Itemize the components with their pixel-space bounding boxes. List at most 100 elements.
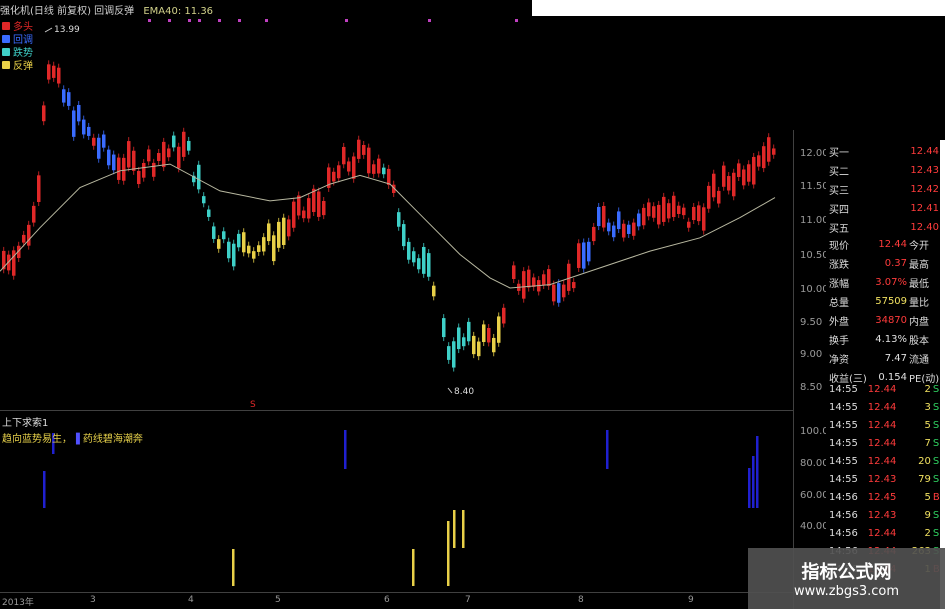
indicator-bar xyxy=(43,471,46,508)
indicator-bar xyxy=(462,510,465,548)
candlesticks xyxy=(2,60,776,372)
signal-dot xyxy=(198,19,201,22)
indicator-title[interactable]: 上下求索1 xyxy=(2,414,48,429)
quote-value: 7.47 xyxy=(884,353,908,364)
tick-price: 12.44 xyxy=(867,383,897,395)
quote-panel: 买一 12.44 买二 12.43 买三 12.42 买四 12.41 买五 12.40… xyxy=(826,140,945,609)
indicator-bar xyxy=(232,549,235,586)
quote-row: 外盘 34870 内盘 xyxy=(828,311,943,330)
tick-price: 12.44 xyxy=(867,527,897,539)
quote-label: 涨跌 xyxy=(829,260,849,271)
tick-time: 14:55 xyxy=(829,455,858,467)
order-book-row[interactable]: 买一 12.44 xyxy=(828,142,940,161)
order-label: 买三 xyxy=(829,186,849,197)
tick-row: 14:56 12.43 9 S xyxy=(828,506,943,524)
indicator-bar xyxy=(752,456,755,508)
tick-vol: 2 xyxy=(924,527,931,539)
tick-row: 14:56 12.45 5 B xyxy=(828,488,943,506)
tick-vol: 7 xyxy=(924,437,931,449)
quote-value: 3.07% xyxy=(875,277,908,288)
order-price: 12.43 xyxy=(910,165,939,176)
quote-value: 0.37 xyxy=(884,258,908,269)
signal-dot xyxy=(168,19,171,22)
indicator-bar xyxy=(344,430,347,469)
indicator-marker: ▐ xyxy=(72,434,80,445)
time-label: 7 xyxy=(465,595,471,605)
signal-dot xyxy=(238,19,241,22)
time-label: 8 xyxy=(578,595,584,605)
signal-dot xyxy=(515,19,518,22)
quote-label-2: 流通 xyxy=(909,355,930,366)
quote-label: 现价 xyxy=(829,241,849,252)
indicator-bar xyxy=(447,521,450,586)
quote-label-2: 今开 xyxy=(909,241,930,252)
quote-label-2: 最高 xyxy=(909,260,930,271)
tick-vol: 9 xyxy=(924,509,931,521)
signal-dots xyxy=(148,19,518,22)
tick-vol: 79 xyxy=(918,473,931,485)
tick-row: 14:56 12.44 2 S xyxy=(828,524,943,542)
order-book-row[interactable]: 买二 12.43 xyxy=(828,161,940,180)
indicator-axis-label: 80.00 xyxy=(800,458,829,469)
indicator-bar xyxy=(756,436,759,508)
order-price: 12.44 xyxy=(910,146,939,157)
price-axis-label: 10.50 xyxy=(800,250,829,261)
tick-price: 12.43 xyxy=(867,509,897,521)
order-label: 买二 xyxy=(829,167,849,178)
time-axis: 2013年 3 4 5 6 7 8 9 xyxy=(0,592,793,609)
chart-title: 强化机(日线 前复权) 回调反弹 EMA40: 11.36 xyxy=(0,2,213,17)
tick-time: 14:55 xyxy=(829,473,858,485)
blank-area xyxy=(532,0,945,16)
tick-price: 12.44 xyxy=(867,419,897,431)
tick-row: 14:55 12.44 2 S xyxy=(828,380,943,398)
order-book-row[interactable]: 买四 12.41 xyxy=(828,199,940,218)
tick-vol: 2 xyxy=(924,383,931,395)
order-label: 买一 xyxy=(829,148,849,159)
quote-label-2: 内盘 xyxy=(909,317,930,328)
panel-divider xyxy=(0,410,793,411)
high-pointer xyxy=(44,27,53,33)
tick-price: 12.44 xyxy=(867,437,897,449)
price-axis-label: 10.00 xyxy=(800,284,829,295)
price-axis-label: 9.50 xyxy=(800,317,823,328)
tick-time: 14:55 xyxy=(829,437,858,449)
time-label: 6 xyxy=(384,595,390,605)
watermark-url: www.zbgs3.com xyxy=(793,584,900,599)
signal-dot xyxy=(265,19,268,22)
signal-dot xyxy=(148,19,151,22)
order-book-row[interactable]: 买三 12.42 xyxy=(828,180,940,199)
quote-label-2: 股本 xyxy=(909,336,930,347)
indicator-axis-label: 60.00 xyxy=(800,490,829,501)
quote-row: 涨跌 0.37 最高 xyxy=(828,254,943,273)
axis-divider xyxy=(793,130,794,609)
indicator-desc: 趋向蓝势易生，▐ 药线碧海潮奔 xyxy=(2,430,143,445)
tick-row: 14:55 12.44 3 S xyxy=(828,398,943,416)
indicator-bar xyxy=(412,549,415,586)
tick-row: 14:55 12.44 20 S xyxy=(828,452,943,470)
price-axis-label: 12.00 xyxy=(800,148,829,159)
sell-marker: S xyxy=(250,400,256,410)
watermark: 指标公式网 www.zbgs3.com xyxy=(748,548,945,609)
indicator-bar xyxy=(453,510,456,548)
tick-row: 14:55 12.43 79 S xyxy=(828,470,943,488)
signal-dot xyxy=(188,19,191,22)
time-label: 5 xyxy=(275,595,281,605)
price-chart[interactable] xyxy=(0,16,793,592)
quote-value: 34870 xyxy=(875,315,908,326)
tick-price: 12.44 xyxy=(867,401,897,413)
tick-time: 14:56 xyxy=(829,527,858,539)
signal-dot xyxy=(428,19,431,22)
tick-vol: 5 xyxy=(924,491,931,503)
quote-label-2: 量比 xyxy=(909,298,930,309)
low-annotation: 8.40 xyxy=(454,387,475,397)
order-label: 买四 xyxy=(829,205,849,216)
price-axis-label: 8.50 xyxy=(800,382,823,393)
indicator-axis-label: 40.00 xyxy=(800,521,829,532)
tick-time: 14:56 xyxy=(829,509,858,521)
watermark-title: 指标公式网 xyxy=(801,562,892,583)
tick-time: 14:55 xyxy=(829,383,858,395)
quote-label: 净资 xyxy=(829,355,849,366)
tick-time: 14:55 xyxy=(829,401,858,413)
quote-value: 57509 xyxy=(875,296,908,307)
stock-chart-window: { "header": { "title": "强化机(日线 前复权) 回调反弹… xyxy=(0,0,945,609)
